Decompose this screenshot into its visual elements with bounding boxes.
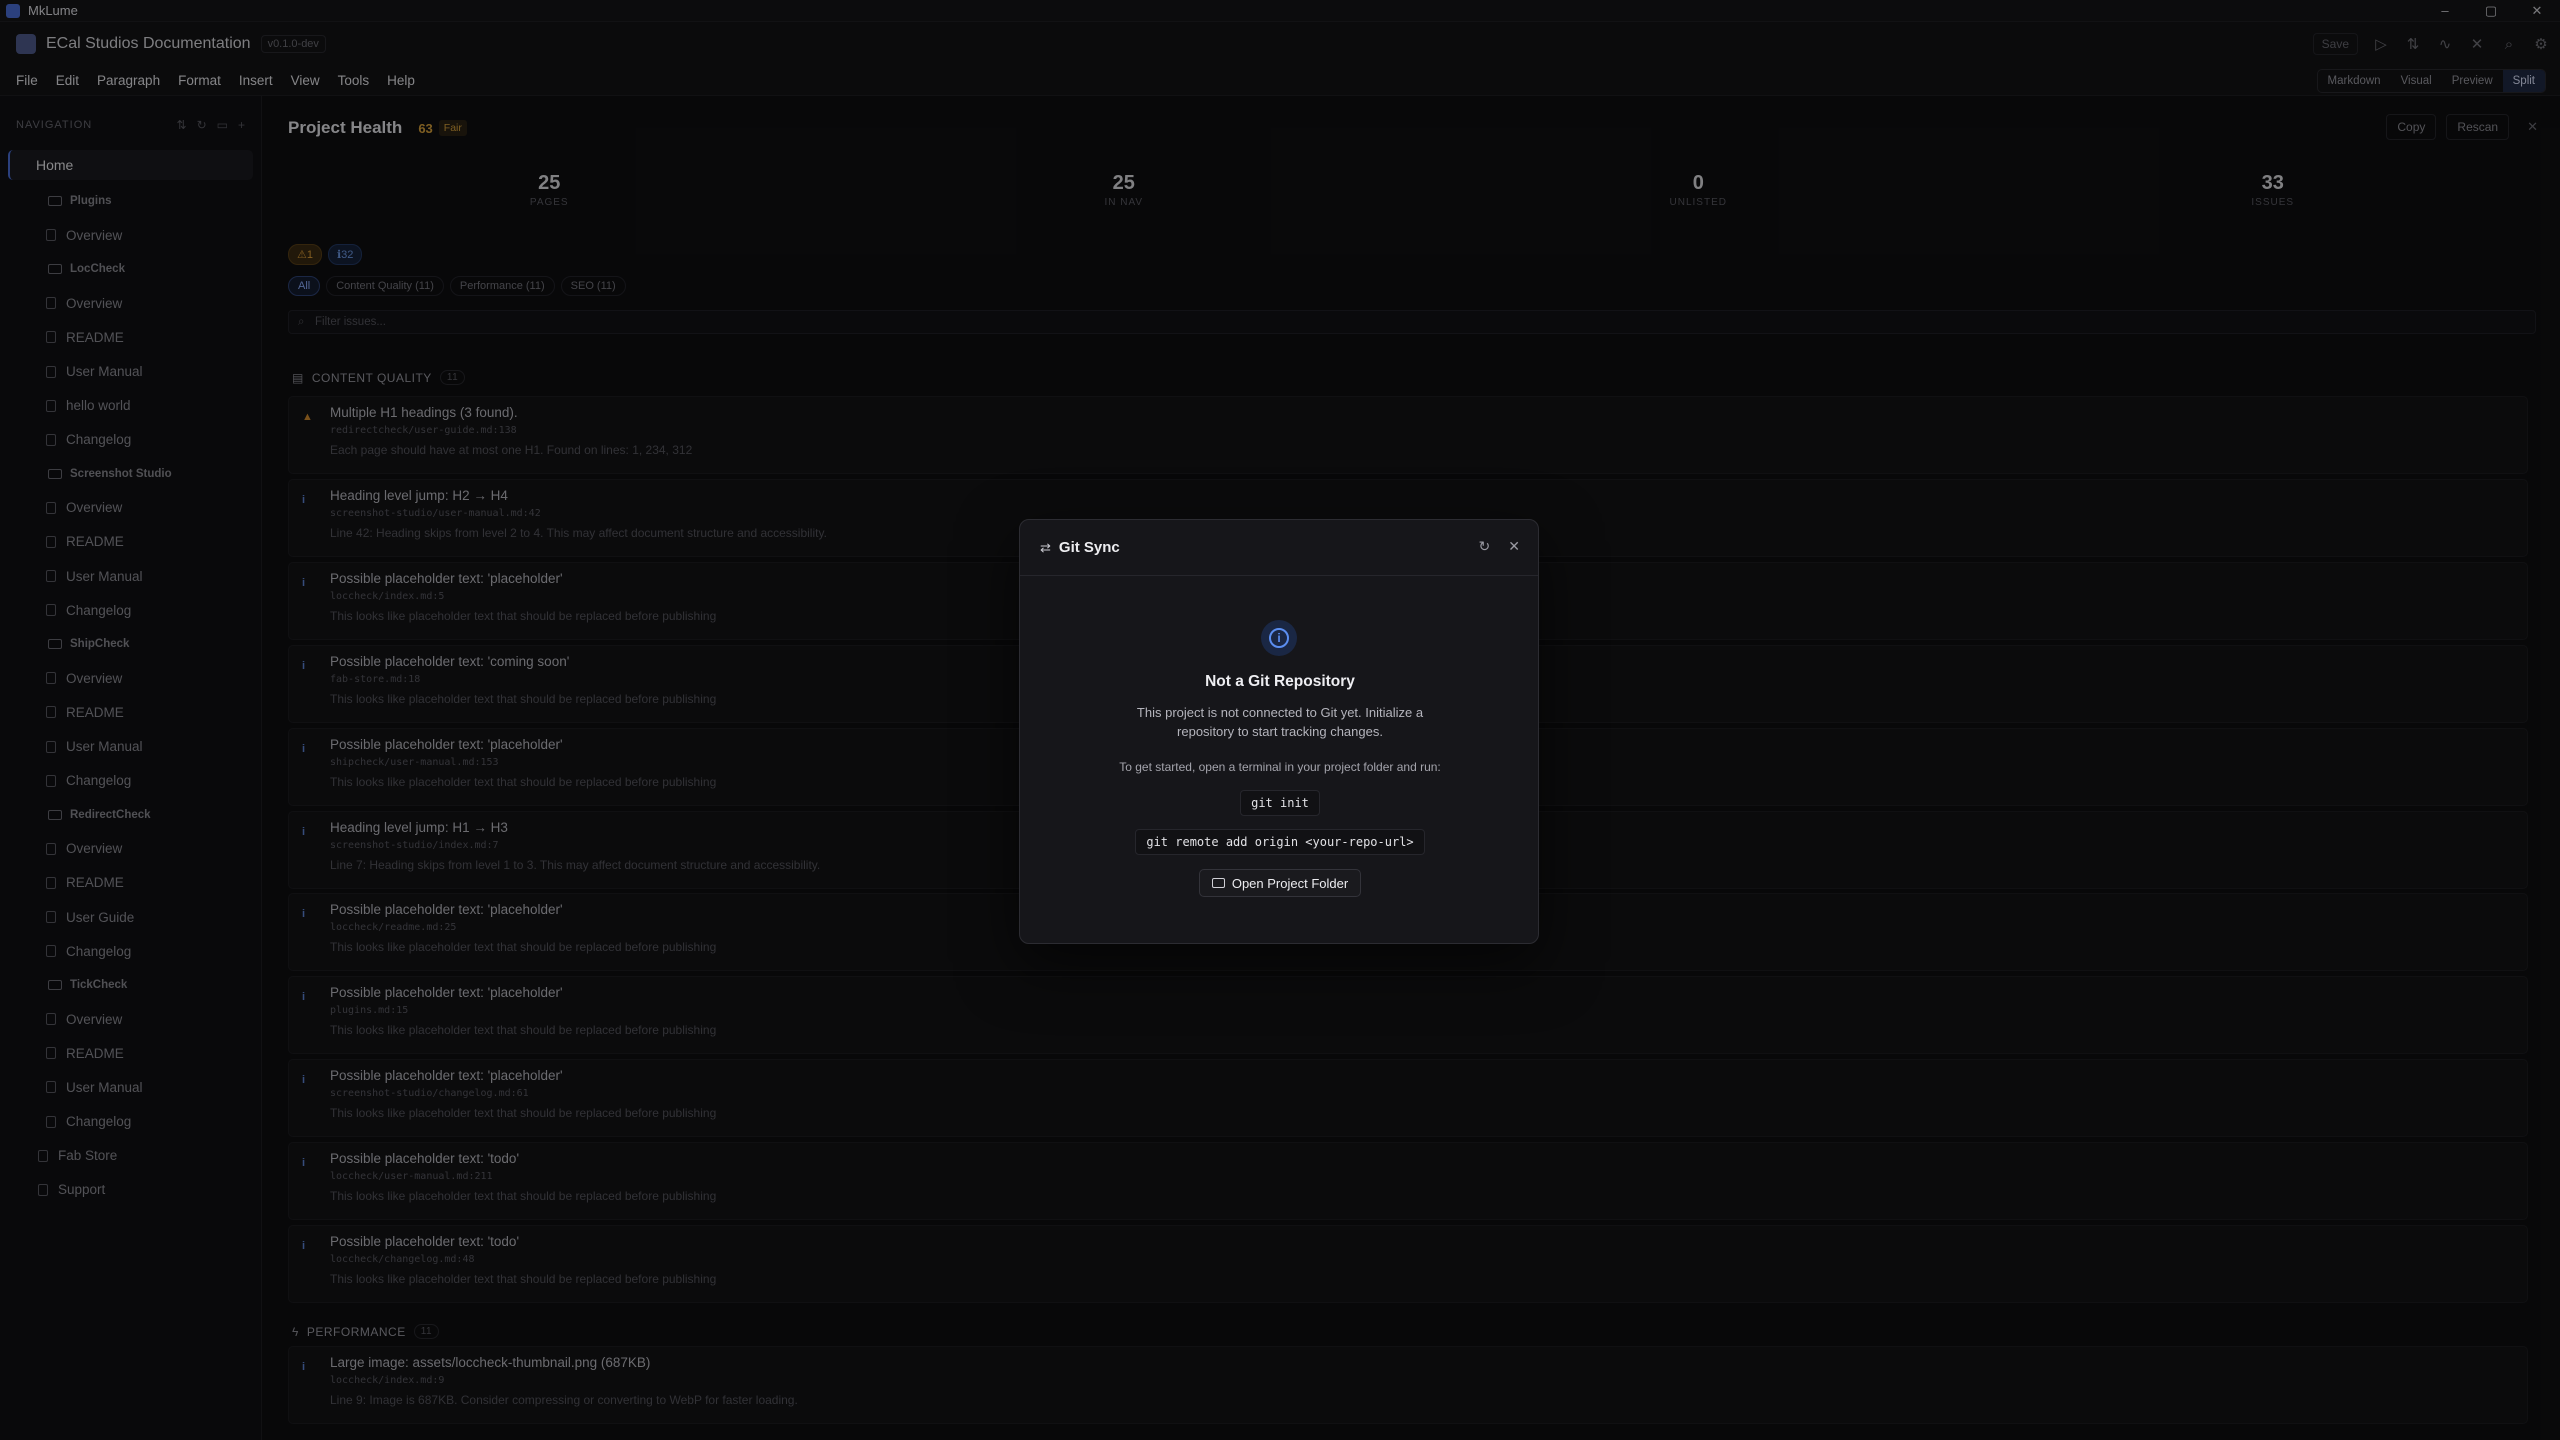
dialog-body: This project is not connected to Git yet… — [1136, 705, 1424, 739]
git-remote-command[interactable]: git remote add origin <your-repo-url> — [1135, 829, 1425, 855]
dialog-heading: Not a Git Repository — [1205, 673, 1355, 690]
git-init-command[interactable]: git init — [1240, 790, 1320, 816]
git-sync-dialog: ⇄ Git Sync ↻ ✕ i Not a Git Repository Th… — [1019, 519, 1539, 944]
dialog-title: Git Sync — [1058, 539, 1120, 556]
close-icon[interactable]: ✕ — [1508, 538, 1520, 555]
git-icon: ⇄ — [1040, 539, 1051, 555]
open-project-folder-button[interactable]: Open Project Folder — [1199, 869, 1361, 897]
dialog-instructions: To get started, open a terminal in your … — [1119, 760, 1441, 774]
open-project-folder-label: Open Project Folder — [1231, 875, 1349, 891]
folder-icon — [1211, 878, 1225, 888]
refresh-icon[interactable]: ↻ — [1479, 538, 1491, 555]
info-icon: i — [1261, 620, 1297, 656]
